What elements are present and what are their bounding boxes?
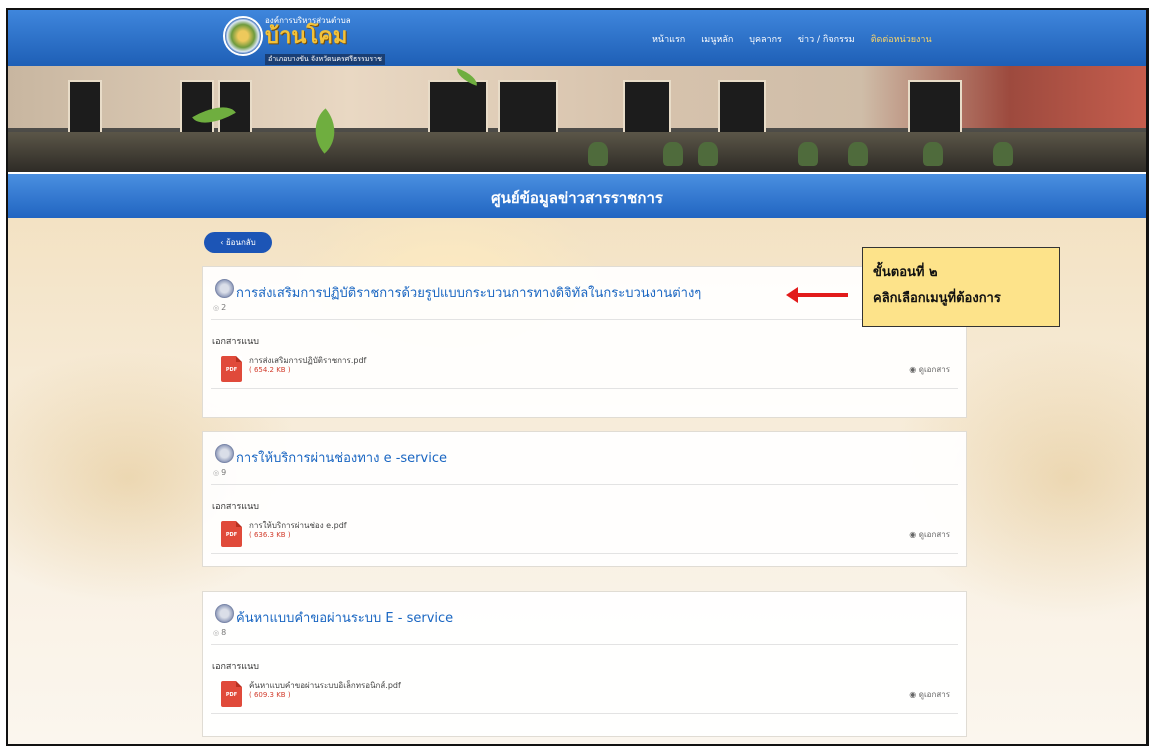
header-banner-photo bbox=[8, 66, 1146, 172]
eye-icon: ◎ bbox=[213, 469, 220, 477]
banner-plant bbox=[923, 142, 943, 166]
banner-plant bbox=[798, 142, 818, 166]
banner-plant bbox=[848, 142, 868, 166]
view-count: ◎ 9 bbox=[213, 468, 226, 477]
screenshot-frame: องค์การบริหารส่วนตำบล บ้านโคม อำเภอบางขั… bbox=[6, 8, 1149, 746]
site-header: องค์การบริหารส่วนตำบล บ้านโคม อำเภอบางขั… bbox=[8, 10, 1146, 66]
banner-plant bbox=[993, 142, 1013, 166]
main-nav: หน้าแรก เมนูหลัก บุคลากร ข่าว / กิจกรรม … bbox=[652, 32, 932, 46]
eye-icon: ◎ bbox=[213, 629, 220, 637]
card-title-link[interactable]: การให้บริการผ่านช่องทาง e -service bbox=[236, 447, 447, 468]
file-size: ( 654.2 KB ) bbox=[249, 366, 291, 374]
red-arrow-annotation bbox=[786, 287, 848, 303]
eye-icon: ◉ bbox=[909, 690, 919, 699]
banner-plant bbox=[663, 142, 683, 166]
view-count-value: 9 bbox=[221, 468, 227, 477]
divider bbox=[211, 553, 958, 554]
nav-news[interactable]: ข่าว / กิจกรรม bbox=[798, 32, 855, 46]
card-title-link[interactable]: การส่งเสริมการปฏิบัติราชการด้วยรูปแบบกระ… bbox=[236, 282, 701, 303]
view-count: ◎ 8 bbox=[213, 628, 226, 637]
divider bbox=[211, 388, 958, 389]
org-seal-icon bbox=[223, 16, 263, 56]
view-document-link[interactable]: ◉ ดูเอกสาร bbox=[909, 528, 950, 541]
eye-icon: ◉ bbox=[909, 530, 919, 539]
divider bbox=[211, 644, 958, 645]
attachments-label: เอกสารแนบ bbox=[212, 337, 259, 347]
callout-step: ขั้นตอนที่ ๒ bbox=[873, 265, 938, 280]
instruction-callout: ขั้นตอนที่ ๒ คลิกเลือกเมนูที่ต้องการ bbox=[862, 247, 1060, 327]
view-document-link[interactable]: ◉ ดูเอกสาร bbox=[909, 688, 950, 701]
attachments-label: เอกสารแนบ bbox=[212, 502, 259, 512]
section-title-bar: ศูนย์ข้อมูลข่าวสารราชการ bbox=[8, 172, 1146, 220]
eye-icon: ◉ bbox=[909, 365, 919, 374]
pdf-file-icon: PDF bbox=[221, 681, 242, 707]
site-logo[interactable]: องค์การบริหารส่วนตำบล บ้านโคม อำเภอบางขั… bbox=[223, 14, 393, 65]
banner-wall bbox=[8, 66, 1146, 128]
info-card: การส่งเสริมการปฏิบัติราชการด้วยรูปแบบกระ… bbox=[202, 266, 967, 418]
nav-contact[interactable]: ติดต่อหน่วยงาน bbox=[871, 32, 932, 46]
info-card: ค้นหาแบบคำขอผ่านระบบ E - service ◎ 8 เอกส… bbox=[202, 591, 967, 737]
callout-instruction: คลิกเลือกเมนูที่ต้องการ bbox=[873, 291, 1001, 306]
banner-plant bbox=[588, 142, 608, 166]
info-card: การให้บริการผ่านช่องทาง e -service ◎ 9 เอ… bbox=[202, 431, 967, 567]
banner-plant bbox=[698, 142, 718, 166]
category-icon bbox=[215, 604, 234, 623]
divider bbox=[211, 713, 958, 714]
nav-staff[interactable]: บุคลากร bbox=[749, 32, 782, 46]
pdf-file-icon: PDF bbox=[221, 356, 242, 382]
eye-icon: ◎ bbox=[213, 304, 220, 312]
view-count: ◎ 2 bbox=[213, 303, 226, 312]
back-button[interactable]: ‹ ย้อนกลับ bbox=[204, 232, 272, 253]
divider bbox=[211, 319, 958, 320]
file-size: ( 636.3 KB ) bbox=[249, 531, 291, 539]
nav-home[interactable]: หน้าแรก bbox=[652, 32, 685, 46]
view-document-label: ดูเอกสาร bbox=[918, 690, 950, 699]
view-document-link[interactable]: ◉ ดูเอกสาร bbox=[909, 363, 950, 376]
page-title: ศูนย์ข้อมูลข่าวสารราชการ bbox=[491, 189, 663, 207]
category-icon bbox=[215, 444, 234, 463]
logo-org-name: บ้านโคม bbox=[265, 23, 348, 49]
pdf-file-icon: PDF bbox=[221, 521, 242, 547]
divider bbox=[211, 484, 958, 485]
category-icon bbox=[215, 279, 234, 298]
logo-address: อำเภอบางขัน จังหวัดนครศรีธรรมราช bbox=[265, 54, 385, 65]
view-document-label: ดูเอกสาร bbox=[918, 530, 950, 539]
card-title-link[interactable]: ค้นหาแบบคำขอผ่านระบบ E - service bbox=[236, 607, 453, 628]
banner-floor bbox=[8, 132, 1146, 172]
view-document-label: ดูเอกสาร bbox=[918, 365, 950, 374]
nav-main-menu[interactable]: เมนูหลัก bbox=[701, 32, 733, 46]
view-count-value: 8 bbox=[221, 628, 227, 637]
view-count-value: 2 bbox=[221, 303, 227, 312]
file-size: ( 609.3 KB ) bbox=[249, 691, 291, 699]
attachments-label: เอกสารแนบ bbox=[212, 662, 259, 672]
